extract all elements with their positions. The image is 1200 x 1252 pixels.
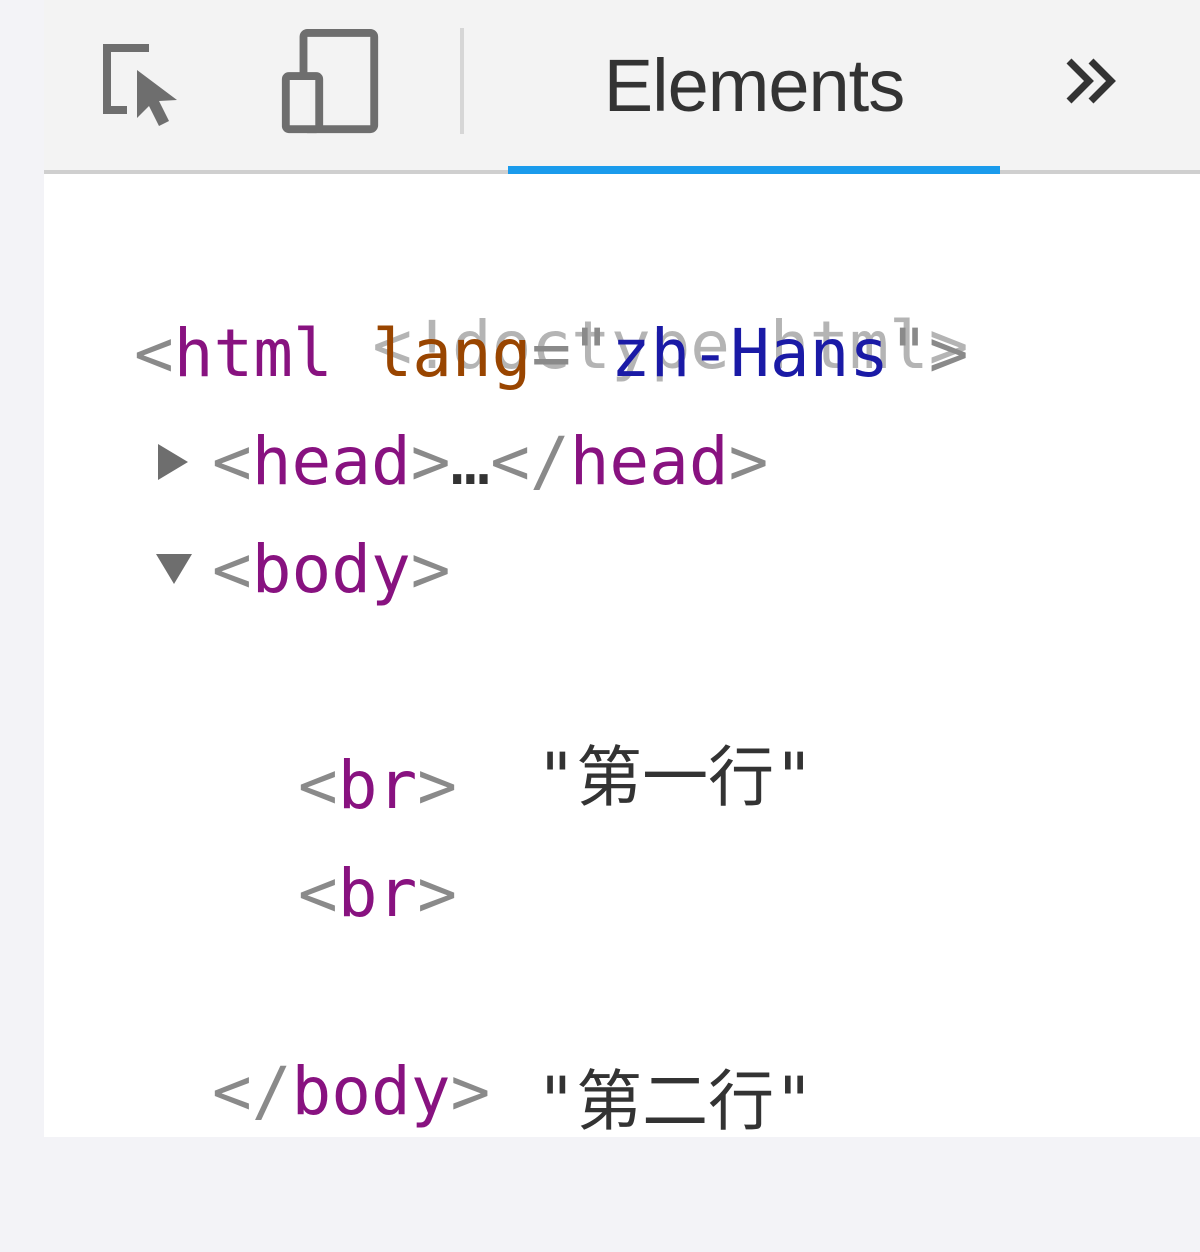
- body-close-gt: >: [450, 1053, 491, 1130]
- html-open-lt: <: [134, 315, 174, 392]
- devtools-panel: Elements <!doctype html> <html lang="zh-…: [44, 0, 1200, 1140]
- head-collapsed-ellipsis[interactable]: …: [450, 423, 490, 500]
- html-attr-name: lang: [372, 315, 532, 392]
- head-close-gt: >: [728, 423, 769, 500]
- text-node-content: "第一行": [536, 739, 814, 816]
- head-tag-name: head: [251, 423, 411, 500]
- double-chevron-right-icon: [1066, 58, 1116, 104]
- html-open-gt: ">: [889, 315, 969, 392]
- body-close-lt: </: [212, 1053, 292, 1130]
- more-tabs-button[interactable]: [1052, 36, 1132, 126]
- toolbar-separator: [460, 28, 464, 134]
- triangle-down-icon: [156, 554, 192, 584]
- device-toolbar-icon[interactable]: [276, 22, 386, 142]
- head-close-tag-name: head: [569, 423, 729, 500]
- collapse-body-triangle[interactable]: [148, 520, 192, 620]
- body-close-tag-name: body: [291, 1053, 451, 1130]
- br-tag-name: br: [337, 855, 418, 932]
- br-node[interactable]: <br>: [298, 736, 457, 836]
- tab-elements[interactable]: Elements: [508, 0, 1000, 174]
- tab-elements-label: Elements: [603, 43, 905, 127]
- active-tab-indicator: [508, 166, 1000, 174]
- element-picker-icon[interactable]: [92, 22, 202, 142]
- html-tag-name: html: [173, 315, 333, 392]
- text-node[interactable]: "第一行": [298, 628, 813, 816]
- body-close-node[interactable]: </body>: [212, 1042, 490, 1142]
- html-attr-value: zh-Hans: [610, 315, 890, 392]
- head-open-gt: >: [410, 423, 451, 500]
- body-open-gt: >: [410, 531, 451, 608]
- expand-head-triangle[interactable]: [148, 412, 192, 512]
- br-open-gt: >: [417, 747, 457, 824]
- head-open-lt: <: [212, 423, 252, 500]
- br-open-lt: <: [298, 747, 338, 824]
- dom-tree: <!doctype html> <html lang="zh-Hans"> <h…: [44, 174, 1200, 1140]
- body-tag-name: body: [251, 531, 411, 608]
- html-node[interactable]: <html lang="zh-Hans">: [134, 304, 969, 404]
- body-open-lt: <: [212, 531, 252, 608]
- text-node-content: "第二行": [536, 1063, 814, 1140]
- text-node[interactable]: "第二行": [298, 952, 813, 1140]
- br-open-gt: >: [417, 855, 457, 932]
- devtools-toolbar: Elements: [44, 0, 1200, 174]
- br-open-lt: <: [298, 855, 338, 932]
- html-attr-eq: =": [531, 315, 611, 392]
- br-tag-name: br: [337, 747, 418, 824]
- head-node[interactable]: <head>…</head>: [212, 412, 768, 512]
- doctype-node[interactable]: <!doctype html>: [134, 196, 968, 384]
- br-node[interactable]: <br>: [298, 844, 457, 944]
- head-close-lt: </: [490, 423, 570, 500]
- triangle-right-icon: [158, 444, 188, 480]
- body-node[interactable]: <body>: [212, 520, 450, 620]
